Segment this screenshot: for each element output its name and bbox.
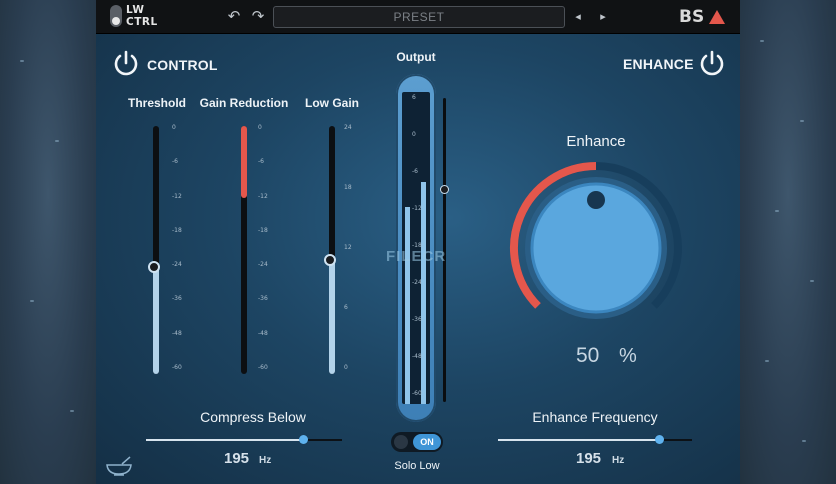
top-bar: LW CTRL ↶ ↷ PRESET ◂ ▸ BS	[96, 0, 740, 34]
low-gain-thumb[interactable]	[324, 254, 336, 266]
enhance-frequency-value: 195	[576, 450, 602, 467]
threshold-tick: -48	[172, 329, 182, 337]
background-speck	[20, 60, 24, 62]
gain-reduction-label: Gain Reduction	[199, 96, 289, 110]
threshold-tick: -24	[172, 261, 182, 269]
gain_reduction-tick: -18	[258, 226, 268, 234]
threshold-tick: -36	[172, 295, 182, 303]
redo-icon[interactable]: ↷	[250, 8, 266, 26]
gain_reduction-tick: -48	[258, 329, 268, 337]
gain_reduction-tick: 0	[258, 124, 262, 131]
gain_reduction-tick: -24	[258, 261, 268, 269]
output-tick: -60	[412, 390, 422, 397]
enhance-knob-pointer	[587, 191, 605, 209]
background-left	[0, 0, 96, 484]
output-tick: -36	[412, 316, 422, 323]
solo-low-label: Solo Low	[394, 460, 440, 472]
enhance-power-icon[interactable]	[697, 48, 727, 78]
threshold-slider[interactable]	[153, 126, 159, 374]
brand-logo: BS	[679, 7, 729, 29]
enhance-unit: %	[619, 345, 637, 367]
compress-below-label: Compress Below	[200, 409, 306, 425]
enhance-knob[interactable]	[508, 160, 684, 336]
low-gain-fill	[329, 260, 335, 374]
output-tick: -12	[412, 205, 422, 212]
bowl-icon[interactable]	[104, 455, 134, 477]
low_gain-tick: 24	[344, 124, 352, 131]
low_gain-tick: 0	[344, 364, 348, 371]
gain_reduction-tick: -12	[258, 192, 268, 200]
logo: LW CTRL	[110, 4, 162, 30]
background-speck	[55, 140, 59, 142]
low-gain-label: Low Gain	[305, 96, 359, 110]
threshold-thumb[interactable]	[148, 261, 160, 273]
enhance-frequency-label: Enhance Frequency	[532, 409, 658, 425]
threshold-tick: 0	[172, 124, 176, 131]
compress-below-thumb[interactable]	[299, 435, 308, 444]
solo-low-state: ON	[413, 434, 441, 450]
background-speck	[775, 210, 779, 212]
background-speck	[760, 40, 764, 42]
threshold-tick: -60	[172, 364, 182, 371]
gain-reduction-meter	[241, 126, 247, 374]
enhance-frequency-fill	[498, 439, 659, 441]
background-speck	[765, 360, 769, 362]
threshold-fill	[153, 267, 159, 374]
background-speck	[70, 410, 74, 412]
brand-triangle-icon	[709, 10, 725, 24]
low_gain-tick: 12	[344, 244, 352, 251]
background-right	[740, 0, 836, 484]
low_gain-tick: 18	[344, 184, 352, 191]
plugin-window: LW CTRL ↶ ↷ PRESET ◂ ▸ BS CONTROL ENHANC…	[96, 0, 740, 484]
output-tick: 0	[412, 131, 416, 138]
threshold-label: Threshold	[127, 96, 186, 110]
threshold-tick: -12	[172, 192, 182, 200]
compress-below-fill	[146, 439, 303, 441]
enhance-frequency-thumb[interactable]	[655, 435, 664, 444]
enhance-section-label: ENHANCE	[623, 56, 694, 72]
output-fader-thumb[interactable]	[440, 185, 449, 195]
gain_reduction-tick: -6	[258, 158, 264, 166]
watermark: FILECR	[386, 248, 447, 265]
output-label: Output	[396, 50, 436, 64]
background-speck	[30, 300, 34, 302]
chevron-right-icon[interactable]: ▸	[595, 8, 611, 26]
output-tick: 6	[412, 94, 416, 101]
background-speck	[800, 120, 804, 122]
logo-toggle-icon	[110, 5, 122, 27]
gain-reduction-fill	[241, 126, 247, 198]
threshold-tick: -18	[172, 226, 182, 234]
output-tick: -24	[412, 279, 422, 286]
background-speck	[802, 440, 806, 442]
control-label: CONTROL	[147, 57, 218, 73]
enhance-frequency-unit: Hz	[612, 455, 625, 466]
output-tick: -6	[412, 168, 418, 175]
undo-icon[interactable]: ↶	[226, 8, 242, 26]
logo-text: LW CTRL	[126, 4, 158, 28]
enhance-label: Enhance	[566, 133, 626, 150]
solo-low-toggle[interactable]: ON	[391, 432, 443, 452]
toggle-knob	[394, 435, 408, 449]
low-gain-slider[interactable]	[329, 126, 335, 374]
compress-below-value: 195	[224, 450, 250, 467]
threshold-tick: -6	[172, 158, 178, 166]
output-meter-left	[405, 207, 410, 404]
gain_reduction-tick: -60	[258, 364, 268, 371]
control-power-icon[interactable]	[111, 48, 141, 78]
output-tick: -48	[412, 353, 422, 360]
brand-text: BS	[679, 7, 705, 27]
gain_reduction-tick: -36	[258, 295, 268, 303]
output-meter-right	[421, 182, 426, 404]
compress-below-unit: Hz	[259, 455, 272, 466]
preset-selector[interactable]: PRESET	[273, 6, 565, 28]
enhance-value: 50	[576, 344, 600, 367]
chevron-left-icon[interactable]: ◂	[570, 8, 586, 26]
background-speck	[810, 280, 814, 282]
low_gain-tick: 6	[344, 304, 348, 311]
